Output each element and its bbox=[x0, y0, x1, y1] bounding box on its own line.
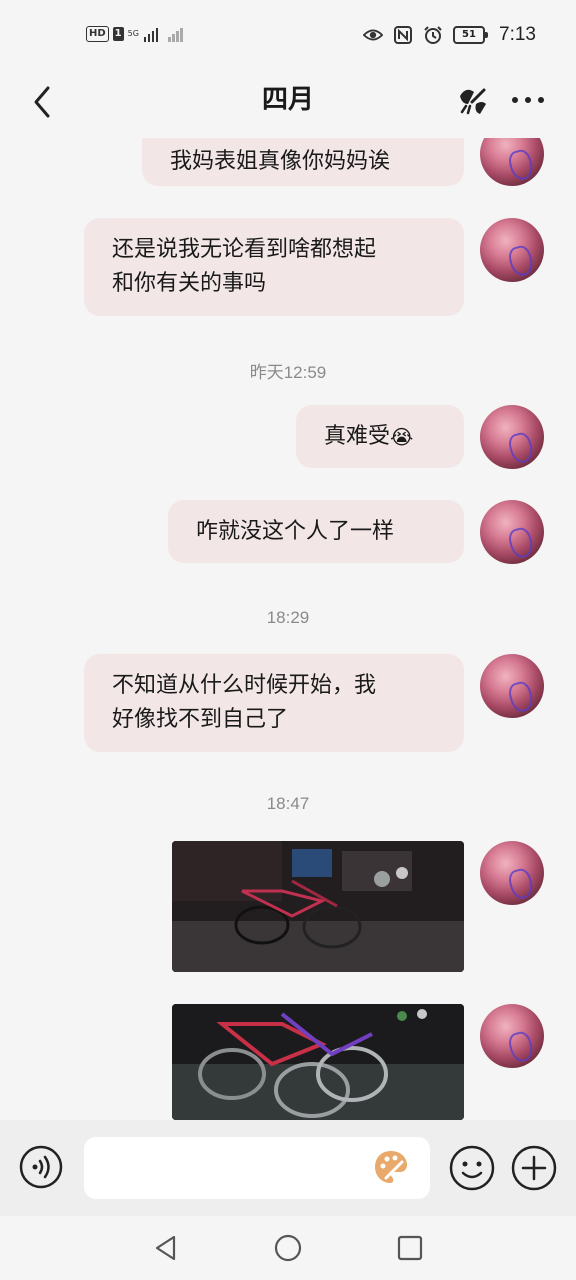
avatar[interactable] bbox=[480, 654, 544, 718]
battery-indicator: 51 bbox=[453, 26, 489, 44]
palette-button[interactable] bbox=[372, 1148, 410, 1186]
bicycle-photo bbox=[172, 1004, 464, 1120]
plus-button[interactable] bbox=[511, 1145, 557, 1191]
message-bubble[interactable]: 咋就没这个人了一样 bbox=[168, 500, 464, 563]
signal-2-icon bbox=[168, 26, 183, 42]
triangle-back-icon bbox=[155, 1235, 176, 1261]
timestamp: 昨天12:59 bbox=[249, 363, 327, 382]
nav-back-button[interactable] bbox=[152, 1234, 180, 1262]
sim-badge: 1 bbox=[112, 27, 124, 41]
message-bubble[interactable]: 还是说我无论看到啥都想起 和你有关的事吗 bbox=[84, 218, 464, 316]
photo-message[interactable] bbox=[172, 841, 464, 972]
more-button[interactable] bbox=[510, 90, 546, 110]
message-text: 咋就没这个人了一样 bbox=[196, 518, 395, 544]
status-left: HD 1 5G bbox=[86, 26, 183, 42]
photo-message[interactable] bbox=[172, 1004, 464, 1120]
status-bar: HD 1 5G 51 7:13 bbox=[0, 0, 576, 72]
hd-badge: HD bbox=[86, 26, 109, 42]
avatar[interactable] bbox=[480, 1004, 544, 1068]
bicycle-photo bbox=[172, 841, 464, 972]
emoji-button[interactable] bbox=[449, 1145, 495, 1191]
message-text-line: 和你有关的事吗 bbox=[112, 271, 267, 296]
message-bubble[interactable]: 真难受 😭 bbox=[296, 405, 464, 468]
network-label: 5G bbox=[127, 29, 139, 38]
palette-icon bbox=[375, 1151, 407, 1183]
broom-button[interactable] bbox=[456, 82, 490, 116]
avatar[interactable] bbox=[480, 138, 544, 186]
nav-home-button[interactable] bbox=[274, 1234, 302, 1262]
smiley-icon bbox=[449, 1145, 495, 1191]
avatar[interactable] bbox=[480, 218, 544, 282]
avatar[interactable] bbox=[480, 841, 544, 905]
message-text: 我妈表姐真像你妈妈诶 bbox=[170, 149, 391, 174]
broom-icon bbox=[460, 88, 486, 115]
system-nav-bar bbox=[0, 1216, 576, 1280]
nav-recents-button[interactable] bbox=[397, 1235, 423, 1261]
avatar[interactable] bbox=[480, 405, 544, 469]
voice-icon bbox=[19, 1145, 63, 1189]
more-dots-icon bbox=[512, 97, 544, 103]
clock: 7:13 bbox=[499, 24, 536, 45]
square-recents-icon bbox=[397, 1235, 423, 1261]
circle-home-icon bbox=[274, 1234, 302, 1262]
plus-circle-icon bbox=[511, 1145, 557, 1191]
message-text: 真难受 bbox=[324, 423, 391, 449]
signal-strength-icon bbox=[143, 26, 159, 42]
message-list[interactable]: 我妈表姐真像你妈妈诶 还是说我无论看到啥都想起 和你有关的事吗 昨天12:59 … bbox=[0, 138, 576, 1120]
status-right: 51 7:13 bbox=[363, 24, 536, 46]
crying-emoji-icon: 😭 bbox=[390, 424, 414, 449]
chat-header: 四月 bbox=[0, 72, 576, 138]
timestamp: 18:47 bbox=[266, 794, 310, 813]
alarm-icon bbox=[423, 25, 443, 45]
message-bubble[interactable]: 不知道从什么时候开始，我 好像找不到自己了 bbox=[84, 654, 464, 752]
message-text-line: 还是说我无论看到啥都想起 bbox=[112, 237, 377, 262]
message-text-line: 不知道从什么时候开始，我 bbox=[112, 673, 377, 698]
eye-icon bbox=[363, 25, 384, 45]
message-bubble[interactable]: 我妈表姐真像你妈妈诶 bbox=[142, 138, 464, 186]
input-bar bbox=[0, 1120, 576, 1216]
nfc-icon bbox=[393, 25, 413, 45]
voice-button[interactable] bbox=[19, 1145, 63, 1189]
avatar[interactable] bbox=[480, 500, 544, 564]
message-text-line: 好像找不到自己了 bbox=[112, 707, 289, 732]
timestamp: 18:29 bbox=[266, 608, 310, 627]
